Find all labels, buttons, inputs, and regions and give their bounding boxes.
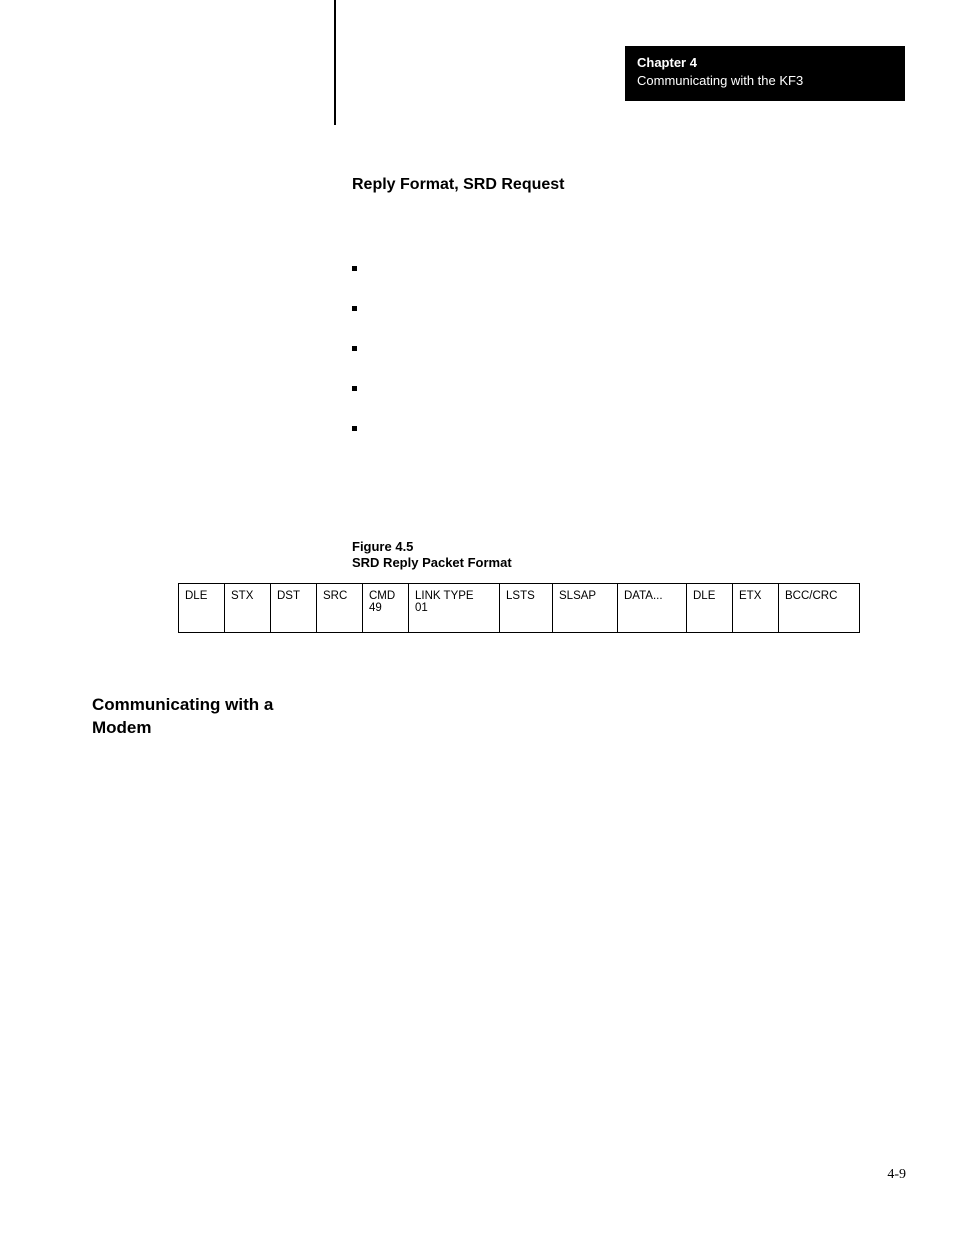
square-bullet-icon	[352, 306, 357, 311]
square-bullet-icon	[352, 266, 357, 271]
list-item	[352, 248, 357, 288]
packet-field: LSTS	[500, 584, 553, 633]
packet-field: DATA...	[618, 584, 687, 633]
packet-field: CMD49	[363, 584, 409, 633]
packet-field: SRC	[317, 584, 363, 633]
section-heading: Reply Format, SRD Request	[352, 176, 564, 194]
chapter-label: Chapter 4	[637, 54, 893, 72]
list-item	[352, 408, 357, 448]
chapter-title: Communicating with the KF3	[637, 72, 893, 90]
packet-field: DLE	[687, 584, 733, 633]
packet-field: STX	[225, 584, 271, 633]
packet-field: BCC/CRC	[779, 584, 860, 633]
chapter-header-banner: Chapter 4 Communicating with the KF3	[625, 46, 905, 101]
margin-heading: Communicating with a Modem	[92, 694, 273, 740]
table-row: DLE STX DST SRC CMD49 LINK TYPE01 LSTS S…	[179, 584, 860, 633]
list-item	[352, 328, 357, 368]
packet-field: SLSAP	[553, 584, 618, 633]
page-number: 4-9	[887, 1167, 906, 1183]
packet-field: DST	[271, 584, 317, 633]
packet-format-table: DLE STX DST SRC CMD49 LINK TYPE01 LSTS S…	[178, 583, 860, 633]
packet-field: DLE	[179, 584, 225, 633]
packet-field: ETX	[733, 584, 779, 633]
square-bullet-icon	[352, 426, 357, 431]
list-item	[352, 288, 357, 328]
figure-number: Figure 4.5	[352, 539, 512, 555]
figure-caption: Figure 4.5 SRD Reply Packet Format	[352, 539, 512, 572]
square-bullet-icon	[352, 386, 357, 391]
figure-title: SRD Reply Packet Format	[352, 555, 512, 571]
vertical-rule	[334, 0, 336, 125]
bullet-list	[352, 248, 357, 448]
packet-field: LINK TYPE01	[409, 584, 500, 633]
list-item	[352, 368, 357, 408]
square-bullet-icon	[352, 346, 357, 351]
